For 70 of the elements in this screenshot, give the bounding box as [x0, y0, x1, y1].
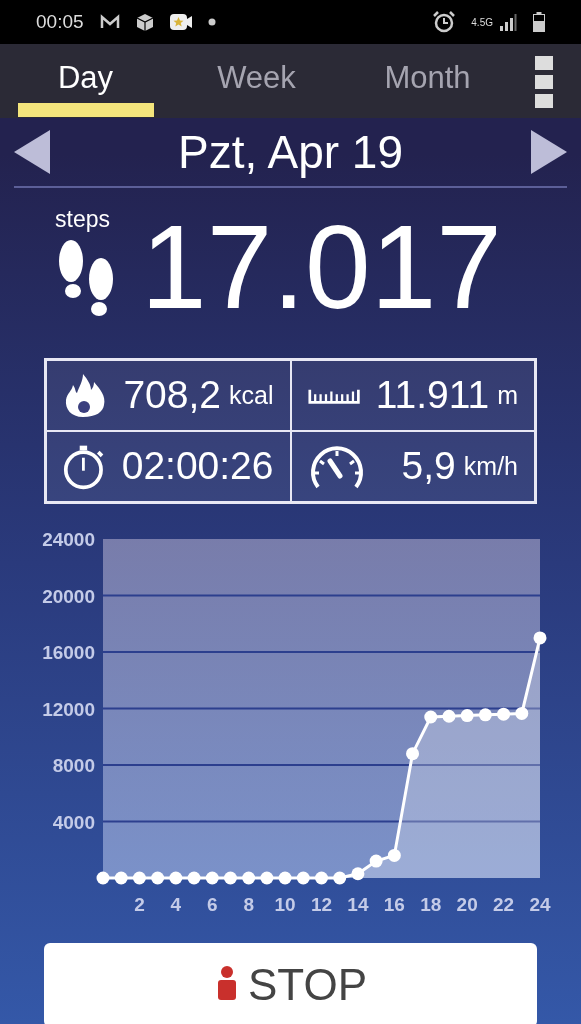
- y-axis-label: 8000: [52, 755, 95, 776]
- battery-icon: [533, 12, 545, 32]
- data-point: [151, 871, 165, 885]
- x-axis-label: 22: [493, 894, 515, 915]
- x-axis-label: 6: [206, 894, 218, 915]
- x-axis-label: 20: [456, 894, 478, 915]
- data-point: [424, 710, 438, 724]
- steps-label: steps: [55, 208, 110, 231]
- data-point: [169, 871, 183, 885]
- data-point: [515, 706, 529, 720]
- data-point: [223, 871, 237, 885]
- data-point: [205, 871, 219, 885]
- x-axis-label: 2: [134, 894, 145, 915]
- data-point: [296, 871, 310, 885]
- tab[interactable]: Day: [0, 44, 171, 118]
- date-title: Pzt, Apr 19: [178, 124, 403, 180]
- data-point: [478, 708, 492, 722]
- network-label: 4.5G: [471, 15, 493, 30]
- x-axis-label: 24: [529, 894, 551, 915]
- previous-arrow-icon[interactable]: [14, 130, 50, 174]
- data-point: [442, 709, 456, 723]
- clock-time: 00:05: [36, 9, 84, 34]
- data-point: [460, 709, 474, 723]
- x-axis-label: 4: [170, 894, 182, 915]
- stat-value: 02:00:26: [121, 443, 274, 490]
- x-axis-label: 12: [310, 894, 333, 915]
- y-axis-label: 20000: [42, 585, 95, 607]
- x-axis-label: 14: [347, 894, 369, 915]
- x-axis-label: 16: [383, 894, 405, 915]
- flame-icon: [63, 372, 107, 419]
- steps-count: 17.017: [141, 208, 502, 326]
- stat-unit: kcal: [229, 379, 274, 411]
- data-point: [387, 848, 401, 862]
- data-point: [187, 871, 201, 885]
- alarm-icon: [433, 11, 456, 33]
- data-point: [96, 871, 110, 885]
- tab[interactable]: Week: [171, 44, 342, 118]
- data-point: [369, 854, 383, 868]
- dot-icon: [207, 18, 216, 26]
- tab[interactable]: Month: [342, 44, 513, 118]
- y-axis-label: 24000: [42, 529, 95, 550]
- stat-unit: m: [497, 379, 518, 411]
- box-icon: [135, 13, 154, 31]
- stat-value: 5,9: [401, 443, 456, 490]
- signal-icon: [499, 13, 517, 31]
- data-point: [260, 871, 274, 885]
- mail-icon: [99, 14, 120, 30]
- y-axis-label: 16000: [42, 642, 95, 663]
- data-point: [242, 871, 256, 885]
- stat-value: 708,2: [123, 372, 222, 419]
- star-video-icon: [169, 13, 192, 31]
- data-point: [533, 631, 547, 645]
- data-point: [132, 871, 146, 885]
- data-point: [406, 747, 420, 761]
- stop-button[interactable]: STOP: [44, 943, 537, 1024]
- y-axis-label: 4000: [52, 811, 95, 833]
- menu-icon[interactable]: [533, 54, 555, 110]
- next-arrow-icon[interactable]: [531, 130, 567, 174]
- data-point: [497, 707, 511, 721]
- data-point: [315, 871, 328, 885]
- stat-value: 11.911: [375, 372, 490, 419]
- data-point: [114, 871, 128, 885]
- y-axis-label: 12000: [42, 698, 95, 720]
- data-point: [278, 871, 292, 885]
- data-point: [333, 871, 347, 885]
- data-point: [351, 867, 365, 881]
- x-axis-label: 8: [243, 894, 254, 915]
- x-axis-label: 10: [274, 894, 296, 915]
- stat-unit: km/h: [463, 450, 518, 482]
- x-axis-label: 18: [420, 894, 442, 915]
